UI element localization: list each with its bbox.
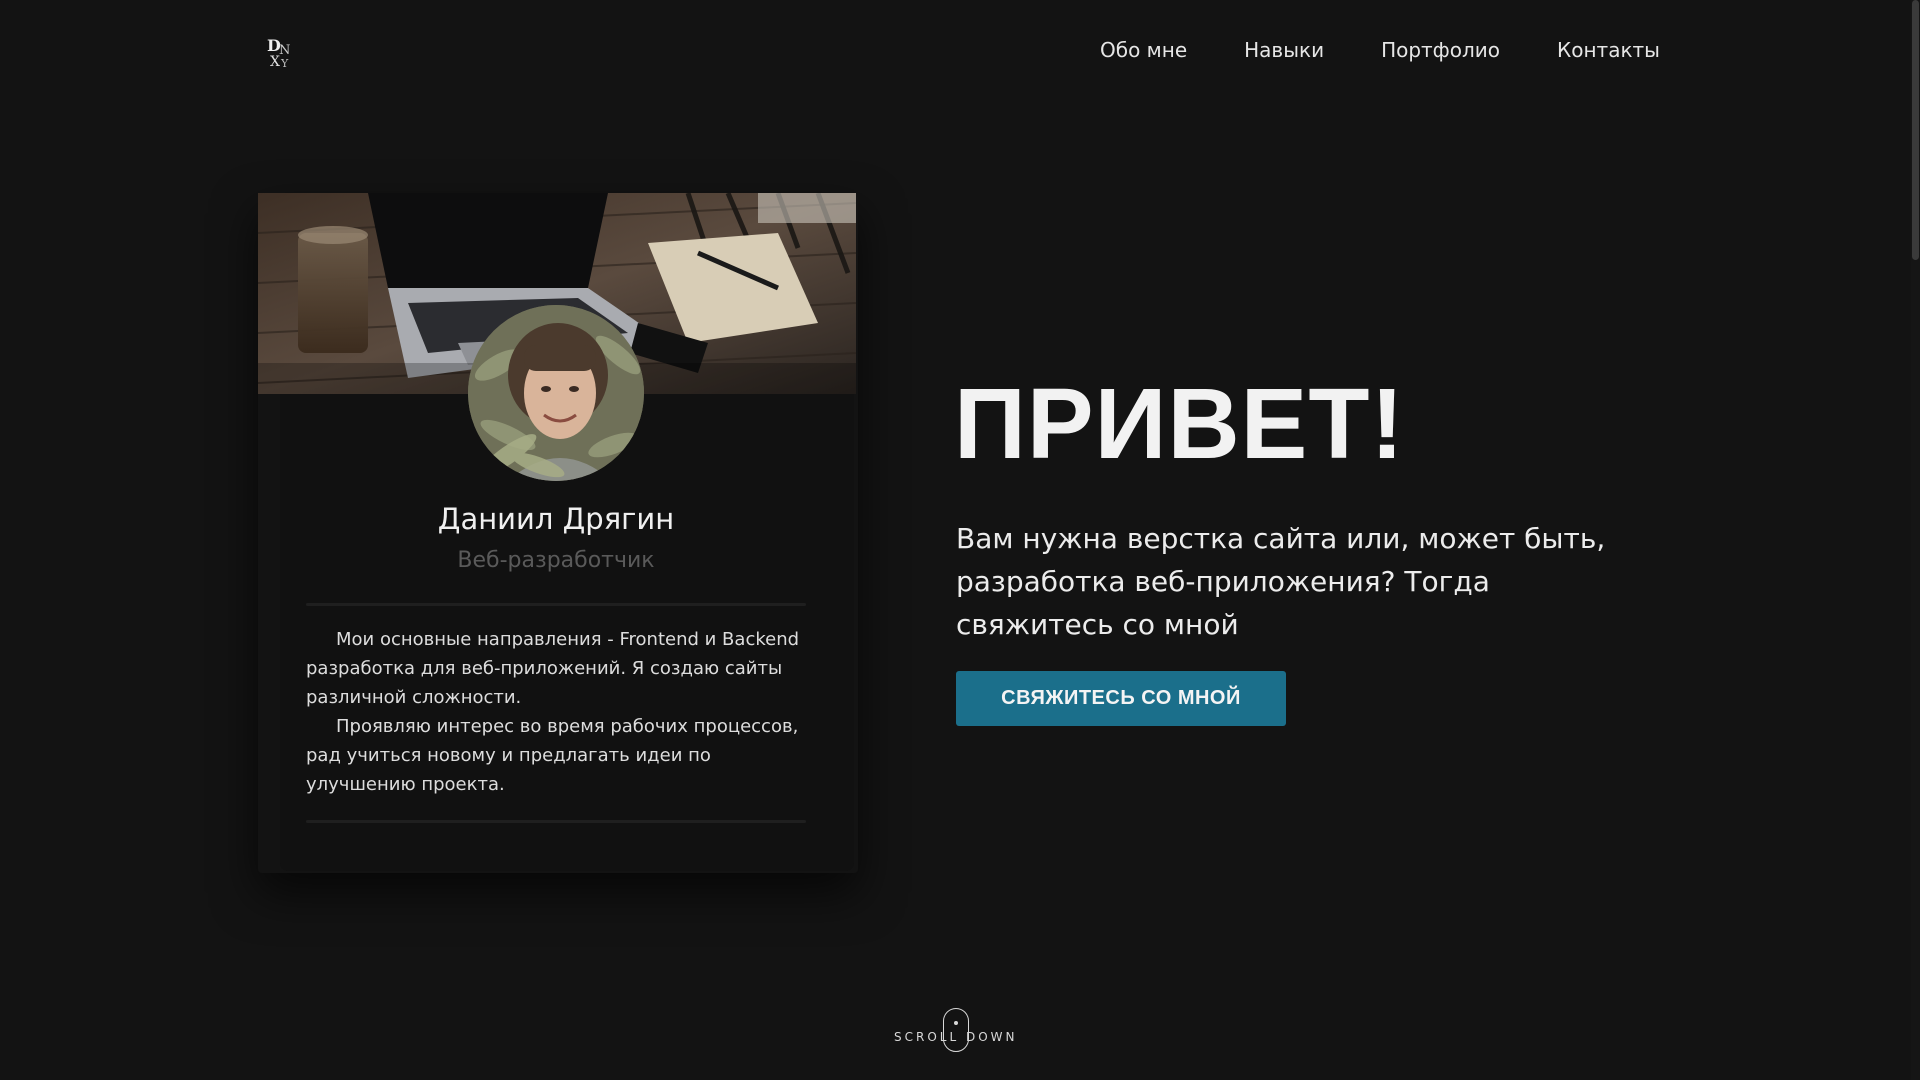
site-logo[interactable]: D N X Y	[262, 34, 300, 72]
svg-text:Y: Y	[280, 57, 289, 70]
profile-role: Веб-разработчик	[457, 548, 655, 573]
scrollbar-thumb[interactable]	[1912, 0, 1919, 260]
svg-text:X: X	[270, 54, 280, 70]
profile-avatar	[468, 305, 644, 481]
nav-link-skills[interactable]: Навыки	[1244, 38, 1324, 62]
nav-link-about[interactable]: Обо мне	[1100, 38, 1187, 62]
profile-divider-top	[306, 603, 806, 606]
nav-link-portfolio[interactable]: Портфолио	[1381, 38, 1500, 62]
profile-divider-bottom	[306, 820, 806, 823]
nav-link-contacts[interactable]: Контакты	[1557, 38, 1660, 62]
scroll-down-indicator[interactable]: SCROLL DOWN	[880, 1008, 1030, 1053]
avatar-photo	[468, 305, 644, 481]
bio-paragraph: Мои основные направления - Frontend и Ba…	[306, 629, 800, 708]
main-nav: Обо мне Навыки Портфолио Контакты	[1100, 38, 1660, 62]
hero-subtitle: Вам нужна верстка сайта или, может быть,…	[956, 522, 1606, 641]
bio-paragraph: Проявляю интерес во время рабочих процес…	[306, 716, 799, 795]
profile-name: Даниил Дрягин	[437, 502, 675, 536]
contact-me-button[interactable]: СВЯЖИТЕСЬ СО МНОЙ	[956, 671, 1286, 726]
hero-title: ПРИВЕТ!	[954, 368, 1405, 480]
logo-monogram-icon: D N X Y	[267, 36, 290, 70]
scroll-down-label: SCROLL DOWN	[894, 1030, 1018, 1044]
page-scrollbar[interactable]	[1911, 0, 1920, 1080]
profile-bio: Мои основные направления - Frontend и Ba…	[306, 625, 814, 799]
svg-text:N: N	[279, 43, 290, 58]
mouse-wheel-dot	[954, 1021, 958, 1025]
